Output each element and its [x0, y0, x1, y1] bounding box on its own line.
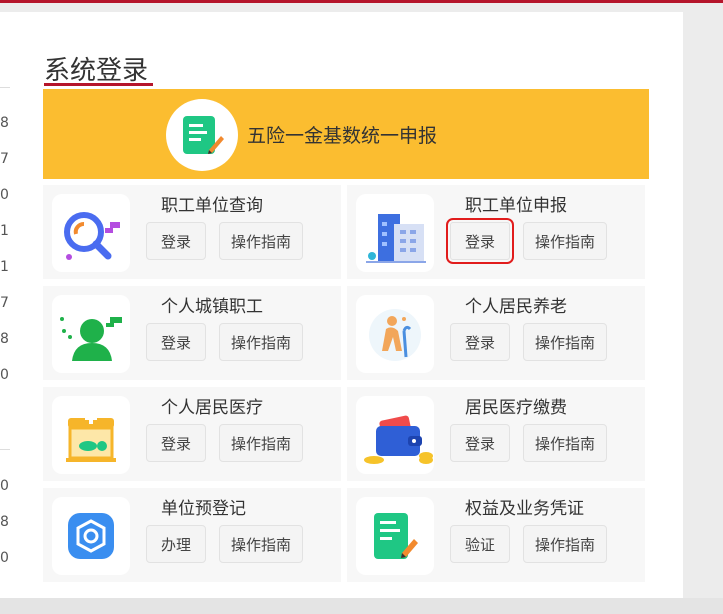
guide-button[interactable]: 操作指南 — [523, 525, 607, 563]
banner-icon-container — [166, 99, 238, 171]
card-icon-container — [52, 497, 130, 575]
guide-button[interactable]: 操作指南 — [219, 525, 303, 563]
login-button[interactable]: 登录 — [450, 424, 510, 462]
guide-button[interactable]: 操作指南 — [523, 424, 607, 462]
login-button[interactable]: 登录 — [450, 323, 510, 361]
left-digit: 8 — [0, 514, 9, 530]
card-icon-container — [356, 497, 434, 575]
card-icon-container — [52, 396, 130, 474]
person-silhouette-icon — [60, 317, 122, 361]
card-icon-container — [52, 295, 130, 373]
bottom-strip — [0, 598, 723, 614]
card-title: 个人居民养老 — [465, 297, 567, 317]
card-employer-query: 职工单位查询 登录 操作指南 — [43, 185, 341, 279]
page-title: 系统登录 — [44, 56, 149, 86]
guide-button[interactable]: 操作指南 — [219, 222, 303, 260]
pharmacy-store-icon — [66, 412, 116, 462]
office-building-icon — [366, 214, 426, 263]
guide-button[interactable]: 操作指南 — [523, 323, 607, 361]
guide-button[interactable]: 操作指南 — [219, 424, 303, 462]
card-employer-declare: 职工单位申报 登录 操作指南 — [347, 185, 645, 279]
left-digit: 1 — [0, 259, 9, 275]
card-title: 权益及业务凭证 — [465, 499, 584, 519]
top-accent-bar — [0, 0, 723, 3]
banner-five-insurances[interactable]: 五险一金基数统一申报 — [43, 89, 649, 179]
card-resident-medical: 个人居民医疗 登录 操作指南 — [43, 387, 341, 481]
card-icon-container — [52, 194, 130, 272]
card-title: 个人城镇职工 — [161, 297, 263, 317]
form-pen-icon — [183, 116, 224, 154]
guide-button[interactable]: 操作指南 — [523, 222, 607, 260]
card-title: 职工单位查询 — [161, 196, 263, 216]
card-title: 个人居民医疗 — [161, 398, 263, 418]
card-icon-container — [356, 194, 434, 272]
card-unit-preregister: 单位预登记 办理 操作指南 — [43, 488, 341, 582]
left-digit: 1 — [0, 223, 9, 239]
handle-button[interactable]: 办理 — [146, 525, 206, 563]
gear-badge-icon — [68, 513, 114, 559]
left-digit: 8 — [0, 331, 9, 347]
login-button[interactable]: 登录 — [446, 218, 514, 264]
login-button[interactable]: 登录 — [146, 424, 206, 462]
login-button[interactable]: 登录 — [146, 323, 206, 361]
card-icon-container — [356, 396, 434, 474]
left-digit: 0 — [0, 550, 9, 566]
verify-button[interactable]: 验证 — [450, 525, 510, 563]
left-digit: 8 — [0, 115, 9, 131]
banner-label: 五险一金基数统一申报 — [247, 125, 438, 147]
left-digit: 0 — [0, 478, 9, 494]
card-urban-employee: 个人城镇职工 登录 操作指南 — [43, 286, 341, 380]
title-underline — [44, 83, 153, 86]
left-digit: 0 — [0, 367, 9, 383]
magnifier-chart-icon — [64, 212, 120, 260]
left-digit: 0 — [0, 187, 9, 203]
login-button[interactable]: 登录 — [146, 222, 206, 260]
guide-button[interactable]: 操作指南 — [219, 323, 303, 361]
card-resident-pension: 个人居民养老 登录 操作指南 — [347, 286, 645, 380]
card-medical-payment: 居民医疗缴费 登录 操作指南 — [347, 387, 645, 481]
left-divider — [0, 87, 10, 88]
document-pen-icon — [374, 513, 418, 559]
card-rights-certificate: 权益及业务凭证 验证 操作指南 — [347, 488, 645, 582]
left-digit: 7 — [0, 295, 9, 311]
card-title: 居民医疗缴费 — [465, 398, 567, 418]
left-divider — [0, 449, 10, 450]
card-title: 职工单位申报 — [465, 196, 567, 216]
card-title: 单位预登记 — [161, 499, 246, 519]
left-digit: 7 — [0, 151, 9, 167]
wallet-coins-icon — [364, 415, 433, 464]
card-icon-container — [356, 295, 434, 373]
elderly-person-icon — [369, 309, 421, 361]
